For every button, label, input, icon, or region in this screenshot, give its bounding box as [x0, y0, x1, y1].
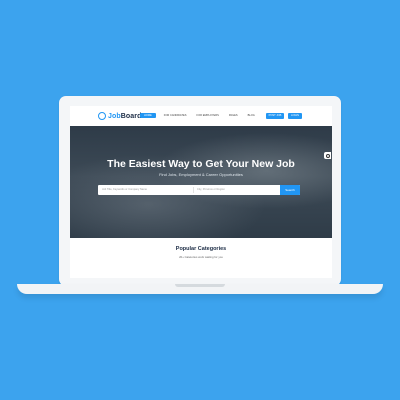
laptop-notch [175, 284, 225, 287]
hero-subtitle: Find Jobs, Employment & Career Opportuni… [159, 172, 243, 177]
search-button[interactable]: Search [280, 185, 300, 195]
gear-icon [325, 153, 330, 158]
menu-item-home[interactable]: HOME [140, 113, 156, 118]
location-search-input[interactable]: City, Province or Region [197, 188, 225, 191]
hero-title: The Easiest Way to Get Your New Job [107, 158, 295, 170]
job-search-bar: Job Title, Keywords or Company Name City… [98, 185, 300, 195]
keyword-search-input[interactable]: Job Title, Keywords or Company Name [102, 188, 147, 191]
search-divider [193, 187, 194, 193]
main-menu: HOME FOR CANDIDATES FOR EMPLOYERS PAGES … [140, 113, 257, 118]
menu-item-blog[interactable]: BLOG [246, 113, 257, 118]
site-logo[interactable]: JobBoard [98, 111, 141, 121]
popular-categories-subtitle: 20+ Catetories work waiting for you [179, 255, 223, 259]
post-job-button[interactable]: POST JOB [266, 113, 284, 119]
menu-item-for-employers[interactable]: FOR EMPLOYERS [195, 113, 221, 118]
login-button[interactable]: LOGIN [288, 113, 302, 119]
hero-section: The Easiest Way to Get Your New Job Find… [70, 126, 332, 238]
settings-toggle[interactable] [324, 152, 331, 159]
logo-prefix: Job [108, 112, 121, 120]
top-navigation: JobBoard HOME FOR CANDIDATES FOR EMPLOYE… [70, 106, 332, 127]
popular-categories-title: Popular Categories [175, 246, 227, 252]
logo-icon [98, 112, 106, 120]
laptop-screen: JobBoard HOME FOR CANDIDATES FOR EMPLOYE… [70, 106, 332, 278]
logo-suffix: Board [120, 112, 142, 120]
menu-item-pages[interactable]: PAGES [227, 113, 240, 118]
menu-item-for-candidates[interactable]: FOR CANDIDATES [162, 113, 189, 118]
